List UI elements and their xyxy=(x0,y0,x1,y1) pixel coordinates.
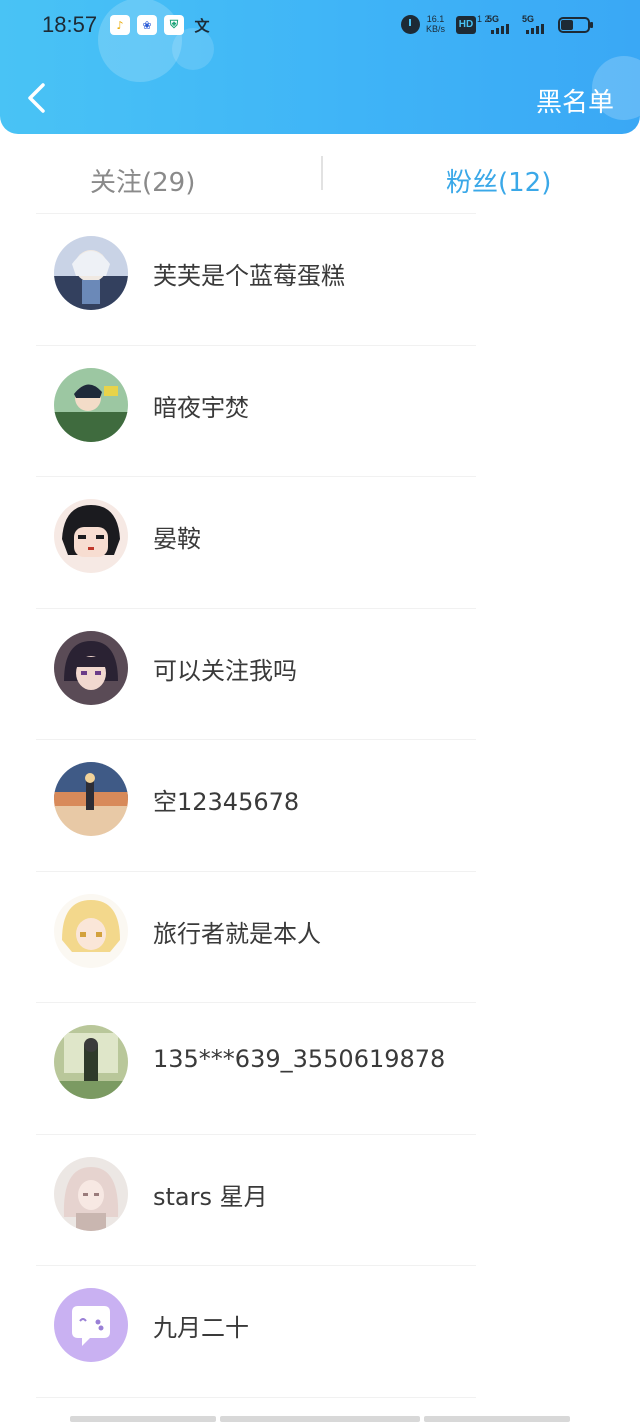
fan-name: 空12345678 xyxy=(153,788,300,816)
net-speed: 16.1 KB/s xyxy=(426,14,446,34)
list-item[interactable]: 九月二十 xyxy=(0,1266,640,1398)
app-header: 18:57 ♪ ❀ ⛨ 文 16.1 KB/s HD 1 2 5G 5G 黑名单 xyxy=(0,0,640,134)
status-time: 18:57 xyxy=(42,12,98,37)
avatar[interactable] xyxy=(54,1025,128,1099)
avatar[interactable] xyxy=(54,893,128,968)
avatar[interactable] xyxy=(54,236,128,310)
battery-icon xyxy=(558,17,593,33)
fan-name: 九月二十 xyxy=(153,1314,249,1342)
alarm-icon xyxy=(401,15,420,34)
fan-name: 135***639_3550619878 xyxy=(153,1045,446,1073)
list-item[interactable]: 芙芙是个蓝莓蛋糕 xyxy=(0,214,640,346)
fans-list: 芙芙是个蓝莓蛋糕 暗夜宇焚 晏鞍 可以关注我吗 空12345678 旅行者就是本… xyxy=(0,214,640,1398)
list-item[interactable]: 旅行者就是本人 xyxy=(0,872,640,1003)
fan-name: 芙芙是个蓝莓蛋糕 xyxy=(153,262,345,290)
back-button[interactable] xyxy=(14,76,58,120)
fan-name: 晏鞍 xyxy=(153,525,201,553)
avatar[interactable] xyxy=(54,762,128,836)
baidu-icon: ❀ xyxy=(137,15,157,35)
chevron-left-icon xyxy=(28,83,45,113)
fan-name: 旅行者就是本人 xyxy=(153,919,321,948)
security-icon: ⛨ xyxy=(164,15,184,35)
avatar[interactable] xyxy=(54,499,128,573)
avatar[interactable] xyxy=(54,630,128,705)
avatar[interactable] xyxy=(54,1288,128,1362)
list-item[interactable]: 135***639_3550619878 xyxy=(0,1003,640,1135)
blacklist-button[interactable]: 黑名单 xyxy=(536,82,614,119)
tab-divider xyxy=(321,156,323,190)
tab-fans[interactable]: 粉丝(12) xyxy=(446,162,551,199)
list-item[interactable]: 空12345678 xyxy=(0,740,640,872)
avatar[interactable] xyxy=(54,1156,128,1231)
translate-icon: 文 xyxy=(194,16,210,35)
fan-name: 暗夜宇焚 xyxy=(153,393,249,422)
fan-name: stars 星月 xyxy=(153,1182,268,1211)
reader-icon: ♪ xyxy=(110,15,130,35)
fan-name: 可以关注我吗 xyxy=(153,656,297,685)
list-item[interactable]: stars 星月 xyxy=(0,1135,640,1266)
hd-icon: HD xyxy=(456,16,476,34)
list-item[interactable]: 暗夜宇焚 xyxy=(0,346,640,477)
list-item[interactable]: 晏鞍 xyxy=(0,477,640,609)
signal-icon: 5G xyxy=(522,14,556,34)
tab-following[interactable]: 关注(29) xyxy=(90,162,195,199)
bottom-edge xyxy=(0,1412,640,1422)
avatar[interactable] xyxy=(54,367,128,442)
tab-bar: 关注(29) 粉丝(12) xyxy=(0,134,640,214)
status-bar: 18:57 ♪ ❀ ⛨ 文 16.1 KB/s HD 1 2 5G 5G xyxy=(0,0,640,52)
list-item[interactable]: 可以关注我吗 xyxy=(0,609,640,740)
signal-icon: 5G xyxy=(487,14,521,34)
